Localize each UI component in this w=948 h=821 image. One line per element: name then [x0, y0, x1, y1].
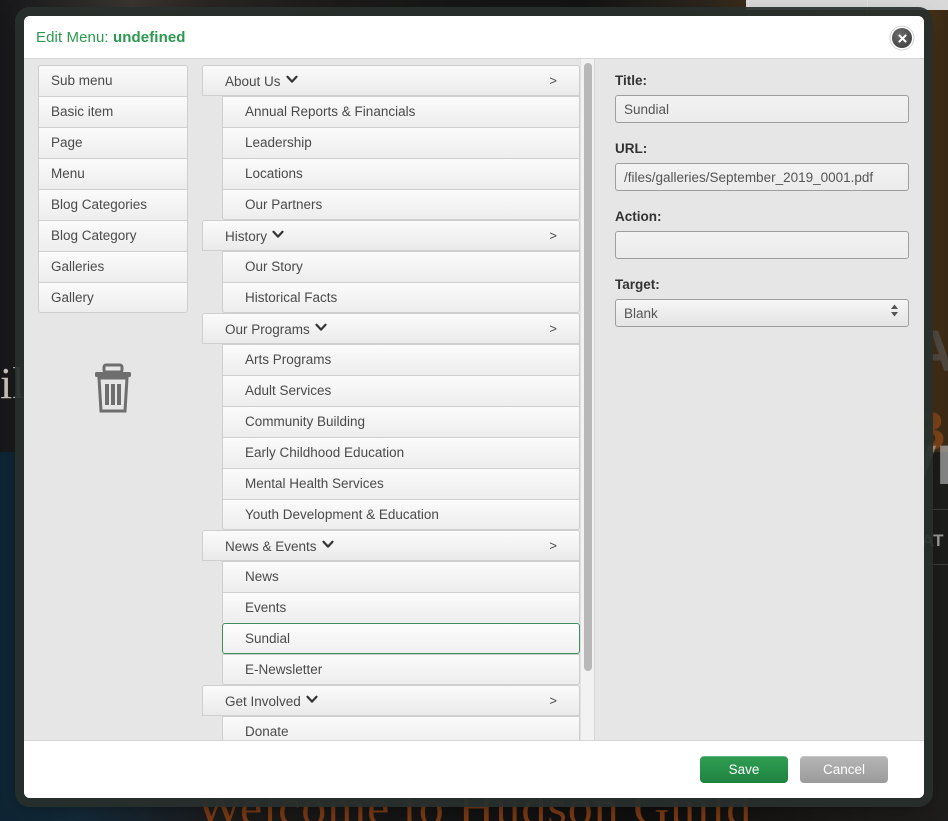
item-type-page[interactable]: Page: [38, 127, 188, 158]
item-type-menu[interactable]: Menu: [38, 158, 188, 189]
updown-chevron-icon: [890, 300, 899, 327]
menu-tree-group: About Us > Annual Reports & Financials Lead…: [202, 65, 580, 220]
menu-tree-scroll-area: About Us > Annual Reports & Financials Lead…: [202, 59, 580, 740]
menu-tree-child-label: Youth Development & Education: [245, 507, 439, 522]
trash-icon[interactable]: [38, 353, 188, 423]
menu-tree-child-row[interactable]: E-Newsletter: [222, 654, 580, 685]
menu-tree-parent-label: News & Events: [225, 539, 317, 554]
modal-body: Sub menu Basic item Page Menu Blog Categorie…: [24, 58, 924, 740]
title-label: Title:: [615, 73, 648, 88]
menu-tree-parent-row[interactable]: Our Programs >: [202, 313, 580, 344]
menu-tree-child-label: Events: [245, 600, 287, 615]
menu-tree-child-label: Arts Programs: [245, 352, 332, 367]
item-type-blog-categories[interactable]: Blog Categories: [38, 189, 188, 220]
target-select[interactable]: Blank: [615, 299, 909, 327]
chevron-right-arrow-icon[interactable]: >: [549, 531, 557, 560]
menu-tree-list: About Us > Annual Reports & Financials Lead…: [202, 65, 580, 740]
chevron-down-icon[interactable]: [285, 66, 298, 95]
target-select-value: Blank: [624, 306, 658, 321]
chevron-down-icon[interactable]: [306, 686, 318, 715]
menu-tree-child-row[interactable]: Events: [222, 592, 580, 623]
menu-tree-parent-label: About Us: [225, 74, 281, 89]
menu-tree-child-label: Early Childhood Education: [245, 445, 405, 460]
target-label: Target:: [615, 277, 660, 292]
menu-tree-panel: About Us > Annual Reports & Financials Lead…: [202, 59, 594, 740]
menu-tree-child-label: News: [245, 569, 279, 584]
chevron-right-arrow-icon[interactable]: >: [549, 686, 557, 715]
menu-tree-child-row[interactable]: Arts Programs: [222, 344, 580, 375]
menu-tree-child-label: Sundial: [245, 631, 291, 646]
modal-title: Edit Menu: undefined: [36, 29, 186, 46]
menu-tree-child-label: Donate: [245, 724, 289, 739]
menu-tree-child-label: Leadership: [245, 135, 312, 150]
menu-tree-child-label: Locations: [245, 166, 303, 181]
menu-tree-child-row[interactable]: Annual Reports & Financials: [222, 96, 580, 127]
chevron-down-icon[interactable]: [321, 531, 334, 560]
menu-tree-child-label: Our Story: [245, 259, 303, 274]
url-input[interactable]: [615, 163, 909, 191]
cancel-button[interactable]: Cancel: [800, 756, 888, 783]
menu-tree-child-row[interactable]: Our Story: [222, 251, 580, 282]
menu-tree-child-label: Annual Reports & Financials: [245, 104, 416, 119]
menu-tree-parent-row[interactable]: Get Involved >: [202, 685, 580, 716]
menu-tree-child-row[interactable]: Locations: [222, 158, 580, 189]
menu-tree-child-label: Adult Services: [245, 383, 332, 398]
menu-tree-child-row[interactable]: Leadership: [222, 127, 580, 158]
action-label: Action:: [615, 209, 662, 224]
menu-tree-child-row[interactable]: Community Building: [222, 406, 580, 437]
menu-tree-child-row[interactable]: Sundial: [222, 623, 580, 654]
menu-item-form: Title: URL: Action: Target: Blank: [594, 59, 924, 740]
chevron-down-icon[interactable]: [272, 221, 284, 250]
chevron-right-arrow-icon[interactable]: >: [549, 221, 557, 250]
menu-tree-child-row[interactable]: News: [222, 561, 580, 592]
menu-tree-parent-label: Our Programs: [225, 322, 310, 337]
menu-tree-group: Our Programs > Arts Programs Adult Services…: [202, 313, 580, 530]
url-label: URL:: [615, 141, 648, 156]
menu-tree-child-row[interactable]: Early Childhood Education: [222, 437, 580, 468]
menu-tree-child-label: Historical Facts: [245, 290, 338, 305]
menu-tree-child-row[interactable]: Donate: [222, 716, 580, 740]
modal-title-prefix: Edit Menu:: [36, 28, 113, 46]
modal-title-value: undefined: [112, 28, 186, 46]
save-button[interactable]: Save: [700, 756, 788, 783]
item-type-blog-category[interactable]: Blog Category: [38, 220, 188, 251]
menu-tree-parent-row[interactable]: History >: [202, 220, 580, 251]
menu-tree-group: News & Events > News Events Sundial E-Newslet…: [202, 530, 580, 685]
menu-tree-parent-row[interactable]: About Us >: [202, 65, 580, 96]
menu-tree-child-row[interactable]: Adult Services: [222, 375, 580, 406]
menu-tree-parent-row[interactable]: News & Events >: [202, 530, 580, 561]
chevron-right-arrow-icon[interactable]: >: [549, 66, 557, 95]
menu-tree-child-label: Our Partners: [245, 197, 323, 212]
menu-tree-scrollbar-thumb[interactable]: [584, 63, 592, 671]
edit-menu-modal: Edit Menu: undefined Sub menu Basic item P…: [24, 16, 924, 798]
action-input[interactable]: [615, 231, 909, 259]
menu-tree-child-row[interactable]: Historical Facts: [222, 282, 580, 313]
menu-tree-parent-label: History: [225, 229, 268, 244]
item-type-sub-menu[interactable]: Sub menu: [38, 65, 188, 96]
chevron-down-icon[interactable]: [315, 314, 327, 343]
menu-tree-parent-label: Get Involved: [225, 694, 301, 709]
menu-tree-group: History > Our Story Historical Facts: [202, 220, 580, 313]
menu-tree-child-label: Mental Health Services: [245, 476, 384, 491]
menu-tree-child-label: Community Building: [245, 414, 366, 429]
title-input[interactable]: [615, 95, 909, 123]
modal-footer: Save Cancel: [24, 740, 924, 798]
item-type-galleries[interactable]: Galleries: [38, 251, 188, 282]
close-icon[interactable]: [892, 28, 912, 48]
menu-tree-child-row[interactable]: Youth Development & Education: [222, 499, 580, 530]
item-type-list: Sub menu Basic item Page Menu Blog Categorie…: [38, 65, 188, 313]
menu-tree-child-label: E-Newsletter: [245, 662, 323, 677]
modal-header: Edit Menu: undefined: [24, 16, 924, 58]
item-type-palette: Sub menu Basic item Page Menu Blog Categorie…: [24, 59, 202, 740]
chevron-right-arrow-icon[interactable]: >: [549, 314, 557, 343]
item-type-gallery[interactable]: Gallery: [38, 282, 188, 313]
item-type-basic-item[interactable]: Basic item: [38, 96, 188, 127]
menu-tree-group: Get Involved > Donate: [202, 685, 580, 740]
menu-tree-child-row[interactable]: Mental Health Services: [222, 468, 580, 499]
menu-tree-scrollbar[interactable]: [580, 59, 594, 740]
menu-tree-child-row[interactable]: Our Partners: [222, 189, 580, 220]
